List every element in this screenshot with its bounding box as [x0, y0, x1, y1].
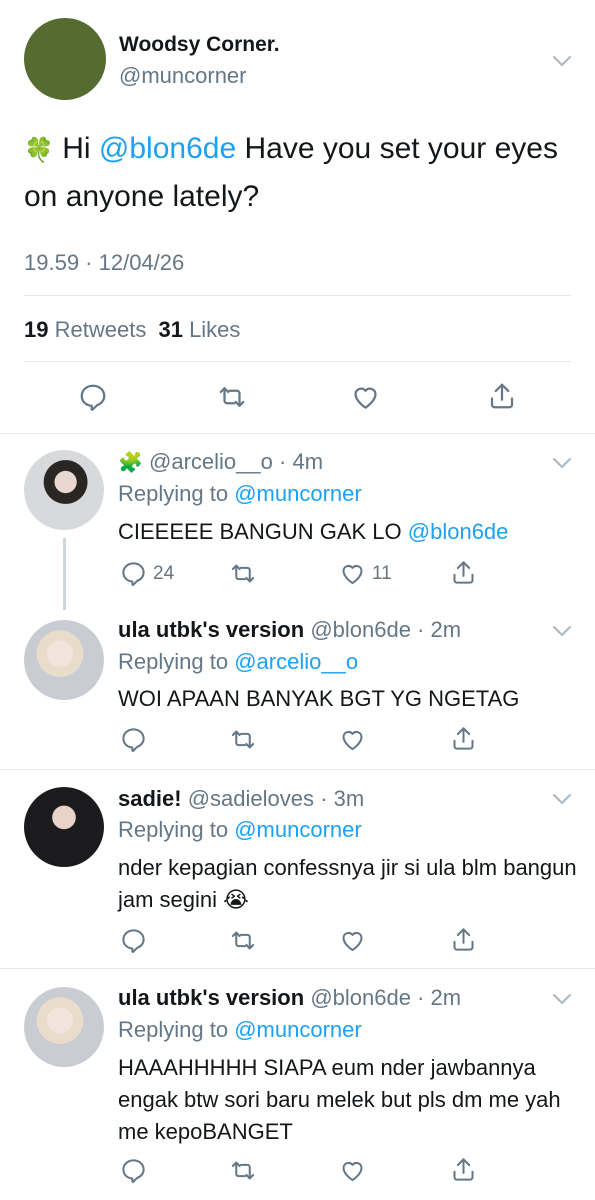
reply-time: · 2m: [417, 617, 462, 642]
reply-avatar[interactable]: [24, 620, 104, 700]
replying-to-link[interactable]: @muncorner: [234, 1017, 362, 1042]
reply-icon[interactable]: [120, 927, 147, 954]
like-icon[interactable]: [339, 927, 366, 954]
main-display-name[interactable]: Woodsy Corner.: [119, 33, 280, 57]
crying-emoji: 😭: [223, 887, 249, 912]
replying-to: Replying to @muncorner: [118, 481, 362, 507]
reply-time: · 3m: [320, 786, 365, 811]
main-avatar[interactable]: [24, 18, 106, 100]
retweets-label: Retweets: [54, 317, 147, 342]
main-timestamp: 19.59 · 12/04/26: [24, 250, 185, 275]
reply-header: ula utbk's version @blon6de · 2m: [118, 985, 461, 1011]
reply-header: sadie! @sadieloves · 3m: [118, 786, 364, 812]
chevron-down-icon[interactable]: [552, 456, 572, 470]
reply-text-body: CIEEEEE BANGUN GAK LO: [118, 519, 402, 544]
reply-icon: [120, 560, 147, 587]
replying-label: Replying to: [118, 817, 229, 842]
divider: [24, 295, 571, 296]
replying-to: Replying to @muncorner: [118, 1017, 362, 1043]
like-icon[interactable]: [339, 726, 366, 753]
reply-action[interactable]: 24: [120, 560, 174, 587]
reply-display-name[interactable]: sadie!: [118, 786, 182, 811]
reply-mention-link[interactable]: @blon6de: [408, 519, 509, 544]
like-icon[interactable]: [350, 382, 381, 412]
share-icon[interactable]: [450, 925, 477, 954]
divider: [0, 968, 595, 969]
reply-text: CIEEEEE BANGUN GAK LO @blon6de: [118, 516, 588, 548]
reply-icon[interactable]: [120, 1157, 147, 1184]
replying-label: Replying to: [118, 649, 229, 674]
chevron-down-icon[interactable]: [552, 792, 572, 806]
reply-avatar[interactable]: [24, 450, 104, 530]
likes-count: 31: [158, 317, 183, 342]
reply-text: HAAAHHHHH SIAPA eum nder jawbannya engak…: [118, 1055, 561, 1144]
engagement-stats: 19 Retweets 31 Likes: [24, 317, 240, 343]
main-tweet-text: 🍀 Hi @blon6de Have you set your eyes on …: [24, 126, 564, 220]
replying-label: Replying to: [118, 1017, 229, 1042]
reply-text: WOI APAAN BANYAK BGT YG NGETAG: [118, 686, 520, 711]
reply-count: 24: [153, 562, 175, 584]
retweet-icon: [229, 560, 257, 587]
likes-stat[interactable]: 31 Likes: [158, 317, 240, 342]
like-action[interactable]: 11: [339, 560, 392, 587]
chevron-down-icon[interactable]: [552, 624, 572, 638]
replying-to: Replying to @arcelio__o: [118, 649, 358, 675]
reply-text-body: nder kepagian confessnya jir si ula blm …: [118, 855, 577, 912]
retweets-count: 19: [24, 317, 49, 342]
main-mention-link[interactable]: @blon6de: [99, 132, 236, 165]
reply-avatar[interactable]: [24, 987, 104, 1067]
like-icon: [339, 560, 366, 587]
reply-handle[interactable]: @sadieloves: [188, 786, 314, 811]
retweets-stat[interactable]: 19 Retweets: [24, 317, 152, 342]
replying-to-link[interactable]: @arcelio__o: [234, 649, 358, 674]
replying-to-link[interactable]: @muncorner: [234, 817, 362, 842]
divider: [24, 361, 571, 362]
reply-time: · 4m: [279, 449, 324, 474]
reply-handle[interactable]: @blon6de: [310, 617, 411, 642]
replying-label: Replying to: [118, 481, 229, 506]
puzzle-badge-icon: 🧩: [118, 452, 143, 474]
retweet-icon[interactable]: [216, 382, 248, 412]
retweet-icon[interactable]: [229, 927, 257, 954]
reply-time: · 2m: [417, 985, 462, 1010]
replying-to-link[interactable]: @muncorner: [234, 481, 362, 506]
reply-header: 🧩 @arcelio__o · 4m: [118, 449, 323, 475]
thread-line: [63, 538, 66, 610]
reply-handle[interactable]: @arcelio__o: [149, 449, 273, 474]
main-text-prefix: Hi: [62, 132, 91, 165]
reply-display-name[interactable]: ula utbk's version: [118, 985, 304, 1010]
likes-label: Likes: [189, 317, 241, 342]
reply-header: ula utbk's version @blon6de · 2m: [118, 617, 461, 643]
reply-handle[interactable]: @blon6de: [310, 985, 411, 1010]
chevron-down-icon[interactable]: [552, 992, 572, 1006]
divider: [0, 769, 595, 770]
share-icon: [450, 558, 477, 587]
share-icon[interactable]: [450, 1155, 477, 1184]
like-count: 11: [372, 562, 392, 584]
chevron-down-icon[interactable]: [552, 54, 572, 68]
share-action[interactable]: [450, 558, 477, 587]
reply-display-name[interactable]: ula utbk's version: [118, 617, 304, 642]
reply-text: nder kepagian confessnya jir si ula blm …: [118, 852, 588, 916]
reply-avatar[interactable]: [24, 787, 104, 867]
replying-to: Replying to @muncorner: [118, 817, 362, 843]
main-handle[interactable]: @muncorner: [119, 63, 247, 89]
retweet-icon[interactable]: [229, 1157, 257, 1184]
retweet-icon[interactable]: [229, 726, 257, 753]
share-icon[interactable]: [487, 380, 517, 412]
reply-icon[interactable]: [120, 726, 147, 753]
reply-icon[interactable]: [78, 382, 108, 412]
retweet-action[interactable]: [229, 560, 257, 587]
divider: [0, 433, 595, 434]
share-icon[interactable]: [450, 724, 477, 753]
clover-emoji: 🍀: [24, 137, 54, 164]
like-icon[interactable]: [339, 1157, 366, 1184]
